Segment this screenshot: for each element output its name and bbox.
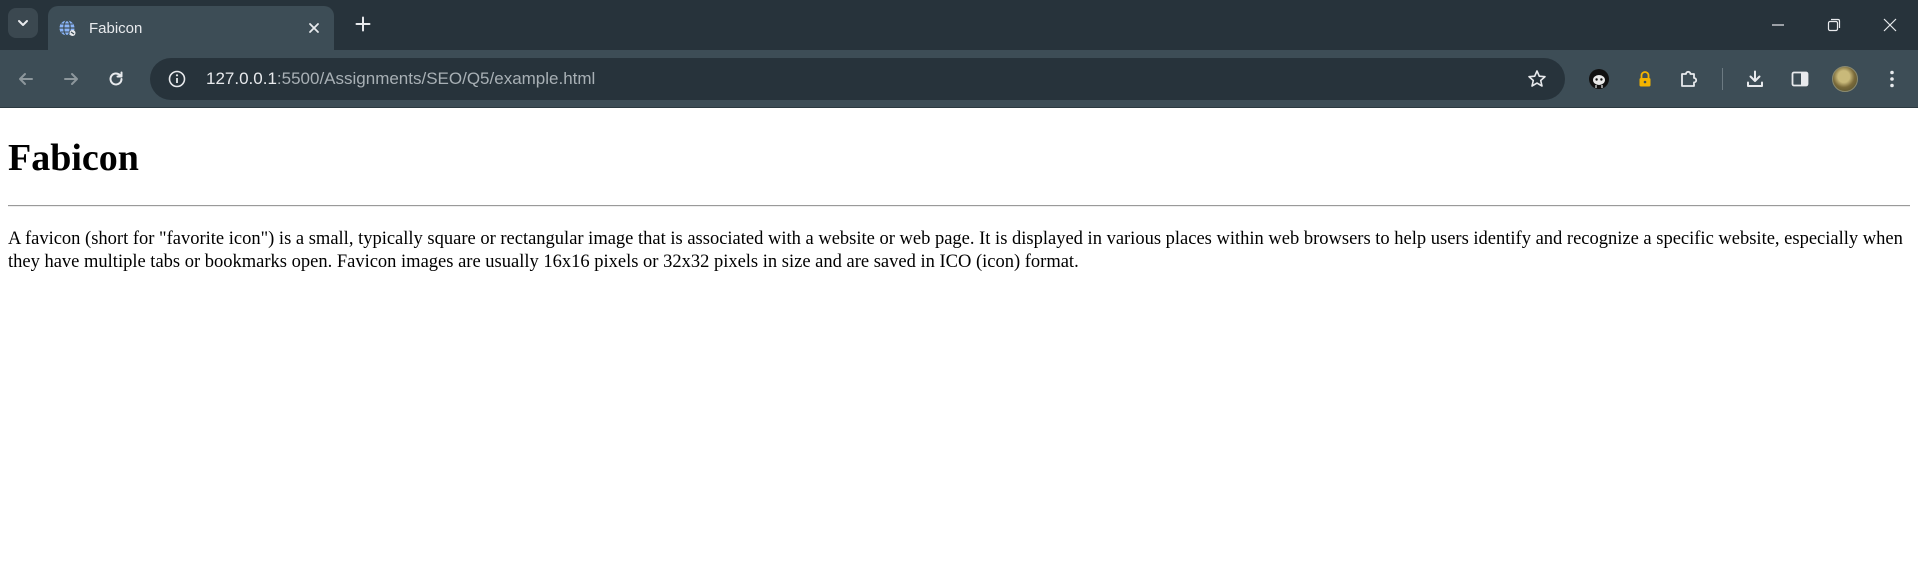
url-host: 127.0.0.1	[206, 69, 277, 88]
restore-icon	[1827, 18, 1841, 32]
page-content: Fabicon A favicon (short for "favorite i…	[0, 108, 1918, 586]
close-icon[interactable]	[304, 18, 324, 38]
browser-window: Fabicon 127.0.0.1:5500/Assignments/SEO/Q…	[0, 0, 1918, 586]
tab-active[interactable]: Fabicon	[48, 6, 334, 50]
octocat-icon	[1589, 69, 1609, 89]
kebab-menu-icon	[1890, 70, 1894, 88]
menu-button[interactable]	[1877, 64, 1907, 94]
extension-lock-button[interactable]	[1630, 64, 1660, 94]
download-icon	[1747, 70, 1763, 87]
page-paragraph: A favicon (short for "favorite icon") is…	[8, 228, 1903, 272]
tab-strip: Fabicon	[0, 0, 1918, 50]
bookmark-button[interactable]	[1523, 65, 1551, 93]
site-info-button[interactable]	[162, 64, 192, 94]
reload-icon	[109, 71, 123, 86]
profile-button[interactable]	[1830, 64, 1860, 94]
back-button[interactable]	[11, 64, 41, 94]
avatar	[1832, 66, 1858, 92]
downloads-button[interactable]	[1740, 64, 1770, 94]
minimize-button[interactable]	[1750, 0, 1806, 50]
close-window-button[interactable]	[1862, 0, 1918, 50]
tab-search-button[interactable]	[8, 8, 38, 38]
minimize-icon	[1772, 24, 1784, 26]
extension-octocat-button[interactable]	[1584, 64, 1614, 94]
toolbar: 127.0.0.1:5500/Assignments/SEO/Q5/exampl…	[0, 50, 1918, 108]
info-icon	[168, 70, 186, 88]
extensions-button[interactable]	[1674, 64, 1704, 94]
horizontal-rule	[8, 204, 1910, 207]
reload-button[interactable]	[101, 64, 131, 94]
toolbar-divider	[1722, 68, 1723, 90]
url-text[interactable]: 127.0.0.1:5500/Assignments/SEO/Q5/exampl…	[206, 69, 1523, 89]
address-bar[interactable]: 127.0.0.1:5500/Assignments/SEO/Q5/exampl…	[150, 58, 1565, 100]
star-icon	[1528, 70, 1546, 87]
forward-button[interactable]	[56, 64, 86, 94]
close-icon	[1883, 18, 1897, 32]
page-heading: Fabicon	[8, 137, 139, 179]
tab-title: Fabicon	[89, 19, 143, 37]
window-controls	[1750, 0, 1918, 50]
globe-icon	[57, 18, 77, 38]
chevron-down-icon	[18, 20, 28, 26]
side-panel-icon	[1791, 71, 1809, 87]
lock-icon	[1639, 71, 1651, 87]
arrow-right-icon	[64, 73, 78, 85]
plus-icon	[355, 16, 371, 32]
puzzle-icon	[1681, 70, 1698, 87]
new-tab-button[interactable]	[350, 11, 376, 37]
url-path: :5500/Assignments/SEO/Q5/example.html	[276, 69, 596, 88]
restore-button[interactable]	[1806, 0, 1862, 50]
side-panel-button[interactable]	[1785, 64, 1815, 94]
arrow-left-icon	[19, 73, 33, 85]
